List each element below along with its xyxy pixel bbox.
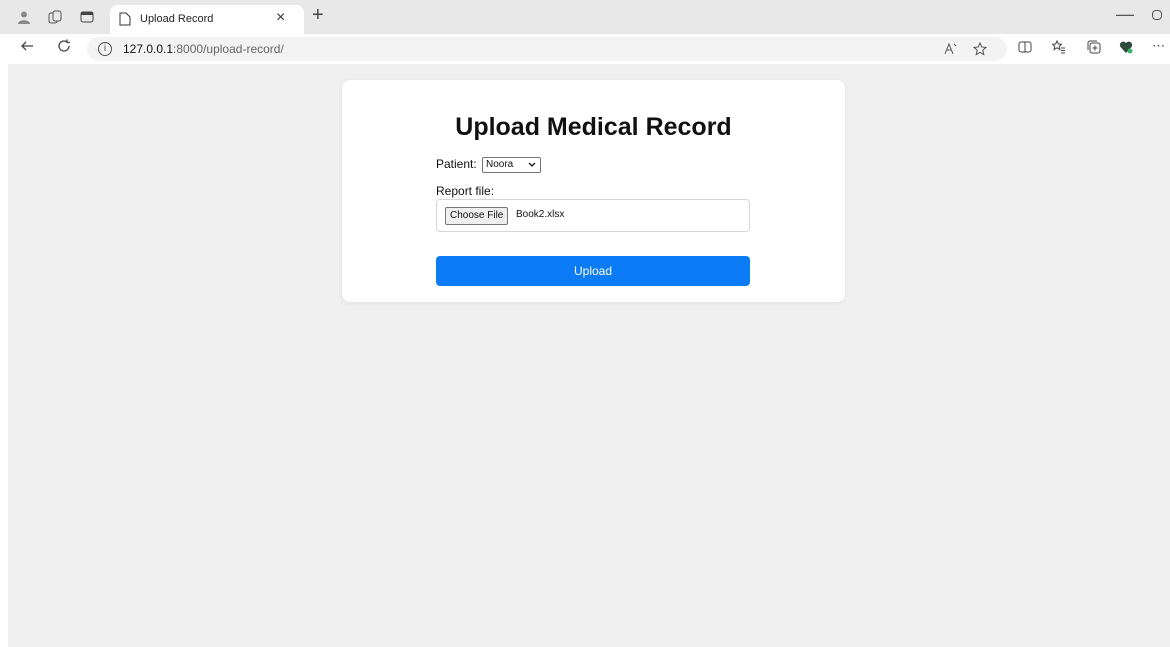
report-file-label: Report file: (436, 184, 495, 198)
page-title: Upload Medical Record (455, 113, 732, 141)
selected-file-name: Book2.xlsx (516, 209, 565, 220)
favorites-icon[interactable] (1051, 39, 1066, 57)
favorite-star-icon[interactable] (972, 41, 988, 59)
browser-toolbar: i 127.0.0.1:8000/upload-record/ ⋯ (0, 34, 1170, 64)
tab-upload-record[interactable]: Upload Record × (110, 5, 304, 34)
url-host: 127.0.0.1 (123, 42, 174, 56)
maximize-icon[interactable] (1152, 10, 1162, 20)
url-text: 127.0.0.1:8000/upload-record/ (123, 42, 284, 56)
patient-selected-value: Noora (486, 159, 514, 170)
split-screen-icon[interactable] (1018, 40, 1032, 57)
extension-heart-icon[interactable] (1119, 40, 1133, 57)
read-aloud-icon[interactable] (944, 42, 958, 59)
refresh-icon[interactable] (57, 39, 71, 58)
report-file-field: Choose File Book2.xlsx (436, 199, 750, 232)
patient-label: Patient: (436, 157, 477, 171)
page-icon (119, 12, 131, 31)
minimize-icon[interactable]: — (1116, 4, 1134, 25)
browser-tab-bar: Upload Record × + — (0, 0, 1170, 34)
site-info-icon[interactable]: i (98, 42, 112, 56)
workspaces-icon[interactable] (47, 9, 63, 25)
chevron-down-icon (528, 158, 536, 176)
tab-title: Upload Record (140, 13, 214, 25)
profile-icon[interactable] (16, 9, 32, 25)
collections-icon[interactable] (1087, 40, 1101, 57)
url-path: :8000/upload-record/ (173, 42, 284, 56)
more-options-icon[interactable]: ⋯ (1152, 38, 1165, 54)
choose-file-button[interactable]: Choose File (445, 207, 509, 225)
address-bar[interactable]: i 127.0.0.1:8000/upload-record/ (87, 37, 1007, 61)
upload-form-card: Upload Medical Record Patient: Noora Rep… (342, 80, 845, 302)
upload-button[interactable]: Upload (436, 256, 750, 286)
tab-close-icon[interactable]: × (276, 9, 285, 27)
new-tab-icon[interactable]: + (312, 5, 324, 25)
tab-actions-icon[interactable] (79, 9, 95, 25)
patient-select[interactable]: Noora (482, 157, 541, 173)
page-viewport: Upload Medical Record Patient: Noora Rep… (8, 64, 1170, 647)
back-arrow-icon[interactable] (20, 39, 34, 58)
